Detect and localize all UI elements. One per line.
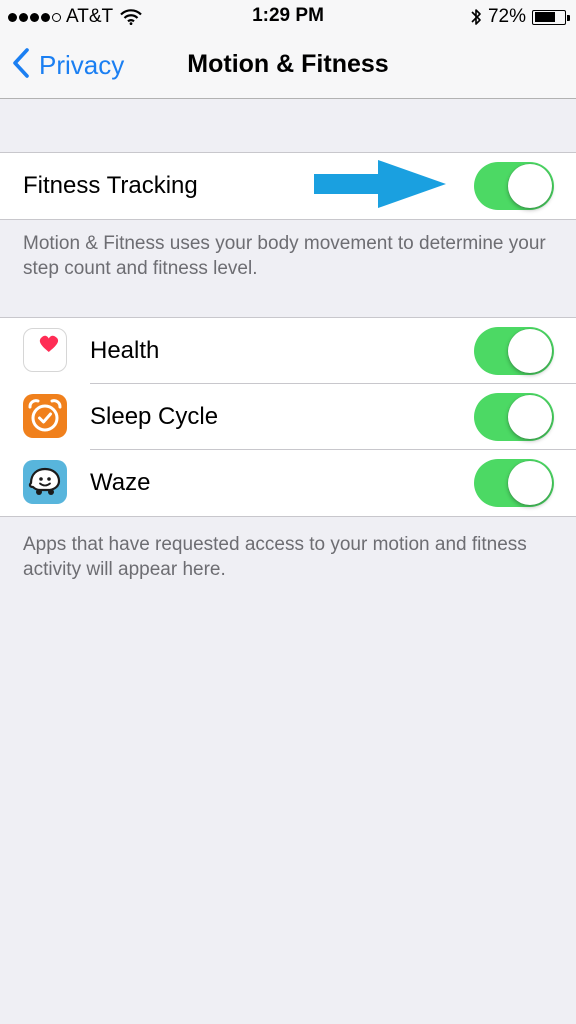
- toggle-knob: [508, 395, 552, 439]
- fitness-tracking-label: Fitness Tracking: [23, 172, 198, 199]
- waze-toggle[interactable]: [474, 459, 554, 507]
- page-title: Motion & Fitness: [187, 50, 389, 78]
- app-row-sleep-cycle: Sleep Cycle: [0, 384, 576, 450]
- navigation-bar: Privacy Motion & Fitness: [0, 34, 576, 99]
- alarm-clock-icon: [23, 394, 67, 438]
- toggle-knob: [508, 329, 552, 373]
- fitness-tracking-group: Fitness Tracking: [0, 152, 576, 220]
- app-label-waze: Waze: [90, 469, 151, 496]
- app-row-waze: Waze: [0, 450, 576, 516]
- status-bar: AT&T 1:29 PM 72%: [0, 0, 576, 34]
- fitness-tracking-footer: Motion & Fitness uses your body movement…: [23, 233, 546, 279]
- app-label-health: Health: [90, 337, 160, 364]
- fitness-tracking-toggle[interactable]: [474, 162, 554, 210]
- bluetooth-icon: [470, 7, 482, 27]
- app-row-health: Health: [0, 318, 576, 384]
- health-heart-icon: [23, 328, 67, 372]
- toggle-knob: [508, 164, 552, 208]
- apps-footer: Apps that have requested access to your …: [23, 534, 527, 580]
- battery-percent: 72%: [487, 6, 526, 27]
- fitness-tracking-row: Fitness Tracking: [0, 153, 576, 219]
- sleep-cycle-toggle[interactable]: [474, 393, 554, 441]
- battery-icon: [532, 9, 570, 25]
- app-label-sleep-cycle: Sleep Cycle: [90, 403, 219, 430]
- waze-icon: [23, 460, 67, 504]
- apps-group: Health Sleep Cycle Waze: [0, 317, 576, 517]
- status-right: 72%: [470, 5, 570, 29]
- health-toggle[interactable]: [474, 327, 554, 375]
- annotation-arrow-icon: [314, 160, 448, 213]
- toggle-knob: [508, 461, 552, 505]
